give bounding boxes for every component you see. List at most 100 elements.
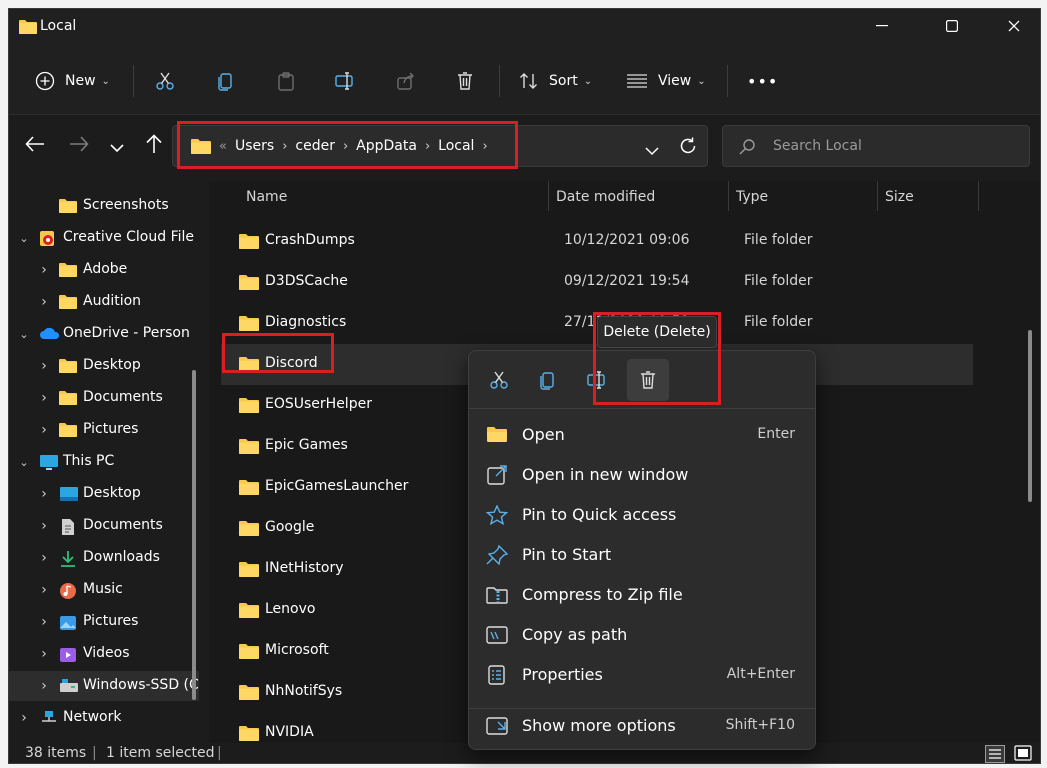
rename-button[interactable] bbox=[335, 65, 357, 97]
copy-icon bbox=[218, 73, 232, 91]
chevron-right-icon[interactable]: › bbox=[37, 390, 51, 406]
sort-button[interactable]: Sort ⌄ bbox=[519, 65, 592, 97]
status-separator: | bbox=[217, 745, 222, 761]
chevron-right-icon[interactable]: › bbox=[37, 486, 51, 502]
cut-button[interactable] bbox=[155, 65, 175, 97]
column-divider[interactable] bbox=[877, 181, 878, 211]
menu-item-copy-as-path[interactable]: Copy as path bbox=[469, 615, 815, 655]
tiles-view-button[interactable] bbox=[1014, 745, 1032, 763]
column-divider[interactable] bbox=[978, 181, 979, 211]
minimize-button[interactable] bbox=[859, 9, 905, 43]
sidebar-item[interactable]: › Documents bbox=[9, 511, 199, 541]
sort-icon bbox=[520, 73, 537, 89]
delete-highlight-box bbox=[593, 312, 721, 405]
sidebar-item[interactable]: › Documents bbox=[9, 383, 199, 413]
file-row[interactable]: CrashDumps 10/12/2021 09:06 File folder bbox=[221, 221, 973, 262]
menu-item-show-more-options[interactable]: Show more options Shift+F10 bbox=[469, 706, 815, 746]
search-box[interactable]: Search Local bbox=[722, 125, 1030, 167]
menu-item-compress-zip[interactable]: Compress to Zip file bbox=[469, 575, 815, 615]
sidebar-item[interactable]: Screenshots bbox=[9, 191, 199, 221]
menu-item-pin-start[interactable]: Pin to Start bbox=[469, 535, 815, 575]
context-copy-button[interactable] bbox=[527, 359, 569, 401]
chevron-down-icon[interactable]: ⌄ bbox=[17, 328, 31, 341]
file-row[interactable]: D3DSCache 09/12/2021 19:54 File folder bbox=[221, 262, 973, 303]
sidebar-item[interactable]: › Downloads bbox=[9, 543, 199, 573]
view-button[interactable]: View ⌄ bbox=[626, 65, 706, 97]
menu-item-pin-quick-access[interactable]: Pin to Quick access bbox=[469, 495, 815, 535]
column-header-date[interactable]: Date modified bbox=[556, 181, 655, 213]
sidebar-item[interactable]: ⌄ This PC bbox=[9, 447, 199, 477]
new-button[interactable]: New ⌄ bbox=[35, 65, 110, 97]
menu-item-open-new-window[interactable]: Open in new window bbox=[469, 455, 815, 495]
sidebar-item[interactable]: › Pictures bbox=[9, 415, 199, 445]
folder-icon bbox=[239, 684, 259, 704]
chevron-right-icon[interactable]: › bbox=[37, 614, 51, 630]
chevron-right-icon[interactable]: › bbox=[37, 550, 51, 566]
chevron-right-icon[interactable]: › bbox=[17, 710, 31, 726]
vertical-scrollbar[interactable] bbox=[1028, 330, 1032, 502]
context-menu: Open Enter Open in new window Pin to Qui… bbox=[468, 350, 816, 750]
sidebar-item[interactable]: › Videos bbox=[9, 639, 199, 669]
sort-ascending-icon: ^ bbox=[391, 181, 401, 189]
column-header-name[interactable]: Name bbox=[246, 181, 287, 213]
sidebar-item[interactable]: › Pictures bbox=[9, 607, 199, 637]
column-divider[interactable] bbox=[728, 181, 729, 211]
open-new-window-icon bbox=[486, 465, 508, 485]
paste-button[interactable] bbox=[276, 65, 296, 97]
sidebar-item[interactable]: › Audition bbox=[9, 287, 199, 317]
search-icon bbox=[739, 139, 755, 155]
recent-locations-button[interactable] bbox=[110, 138, 124, 157]
navigation-bar: « Users › ceder › AppData › Local › Sear… bbox=[9, 115, 1040, 173]
sidebar-item[interactable]: › Desktop bbox=[9, 479, 199, 509]
chevron-down-icon[interactable]: ⌄ bbox=[17, 456, 31, 469]
chevron-right-icon[interactable]: › bbox=[37, 582, 51, 598]
maximize-button[interactable] bbox=[929, 9, 975, 43]
sidebar-item[interactable]: › Network bbox=[9, 703, 199, 733]
details-view-button[interactable] bbox=[985, 745, 1005, 763]
chevron-right-icon[interactable]: › bbox=[37, 294, 51, 310]
folder-icon bbox=[239, 602, 259, 622]
column-header-type[interactable]: Type bbox=[736, 181, 768, 213]
properties-icon bbox=[486, 665, 508, 685]
pictures-icon bbox=[59, 614, 77, 630]
chevron-right-icon[interactable]: › bbox=[37, 422, 51, 438]
sidebar-item[interactable]: ⌄ OneDrive - Person bbox=[9, 319, 199, 349]
sidebar-item-label: Screenshots bbox=[83, 197, 169, 213]
more-options-button[interactable]: ••• bbox=[747, 65, 778, 97]
folder-icon bbox=[59, 294, 77, 310]
close-button[interactable] bbox=[991, 9, 1037, 43]
address-history-button[interactable] bbox=[645, 141, 659, 160]
search-input[interactable]: Search Local bbox=[773, 138, 862, 154]
delete-button[interactable] bbox=[455, 65, 475, 97]
column-header-size[interactable]: Size bbox=[885, 181, 914, 213]
share-button[interactable] bbox=[396, 65, 416, 97]
menu-item-open[interactable]: Open Enter bbox=[469, 415, 815, 455]
chevron-down-icon bbox=[110, 144, 124, 153]
sidebar-scrollbar[interactable] bbox=[192, 370, 196, 700]
chevron-down-icon[interactable]: ⌄ bbox=[17, 232, 31, 245]
chevron-right-icon[interactable]: › bbox=[37, 646, 51, 662]
chevron-down-icon: ⌄ bbox=[583, 75, 593, 87]
menu-item-properties[interactable]: Properties Alt+Enter bbox=[469, 655, 815, 695]
forward-button[interactable] bbox=[69, 135, 89, 157]
sidebar-item[interactable]: › Music bbox=[9, 575, 199, 605]
context-cut-button[interactable] bbox=[478, 359, 520, 401]
sidebar-item[interactable]: › Desktop bbox=[9, 351, 199, 381]
pin-icon bbox=[486, 544, 509, 566]
copy-button[interactable] bbox=[216, 65, 236, 97]
divider bbox=[727, 65, 728, 97]
refresh-button[interactable] bbox=[679, 137, 697, 159]
chevron-right-icon[interactable]: › bbox=[37, 262, 51, 278]
folder-icon bbox=[19, 19, 37, 38]
chevron-right-icon[interactable]: › bbox=[37, 518, 51, 534]
chevron-right-icon[interactable]: › bbox=[37, 678, 51, 694]
sidebar-item[interactable]: › Adobe bbox=[9, 255, 199, 285]
sidebar-item[interactable]: › Windows-SSD (C bbox=[9, 671, 199, 701]
chevron-right-icon[interactable]: › bbox=[37, 358, 51, 374]
back-button[interactable] bbox=[25, 135, 45, 157]
up-button[interactable] bbox=[145, 134, 163, 158]
sidebar-item[interactable]: ⌄ Creative Cloud File bbox=[9, 223, 199, 253]
column-divider[interactable] bbox=[548, 181, 549, 211]
divider bbox=[499, 65, 500, 97]
menu-item-shortcut: Alt+Enter bbox=[726, 666, 795, 682]
